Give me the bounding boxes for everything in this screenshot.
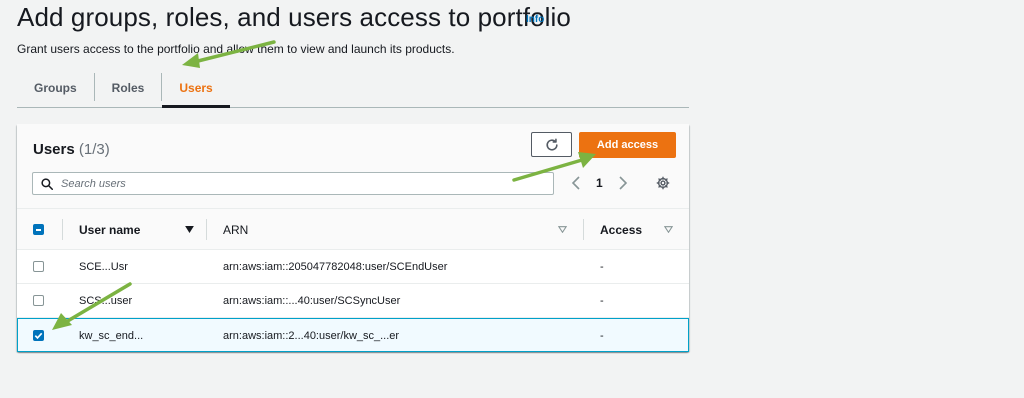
access-cell: - (600, 329, 604, 342)
page-title: Add groups, roles, and users access to p… (17, 2, 571, 32)
column-label: ARN (223, 222, 249, 237)
row-checkbox[interactable] (33, 295, 44, 306)
table-header: User name ARN Access (17, 208, 689, 250)
column-header-user-name[interactable]: User name (79, 209, 195, 250)
tab-users[interactable]: Users (162, 68, 231, 108)
access-cell: - (600, 294, 604, 307)
column-label: User name (79, 222, 141, 237)
user-name-cell: SCS...user (79, 294, 133, 307)
column-header-access[interactable]: Access (600, 209, 642, 250)
pagination: 1 (568, 175, 631, 191)
tab-roles[interactable]: Roles (95, 68, 162, 107)
column-divider (206, 219, 207, 240)
page-number[interactable]: 1 (596, 176, 603, 190)
refresh-button[interactable] (531, 132, 572, 157)
tab-groups[interactable]: Groups (17, 68, 94, 107)
select-all-checkbox[interactable] (33, 224, 44, 235)
search-input[interactable] (61, 177, 553, 190)
arn-cell: arn:aws:iam::205047782048:user/SCEndUser (223, 260, 448, 273)
column-label: Access (600, 222, 643, 237)
access-cell: - (600, 260, 604, 273)
users-panel: Users (1/3) Add access 1 (17, 124, 689, 352)
gear-icon[interactable] (655, 175, 671, 191)
table-row-selected[interactable]: kw_sc_end... arn:aws:iam::2...40:user/kw… (17, 318, 689, 352)
column-header-arn[interactable]: ARN (223, 209, 248, 250)
info-link[interactable]: Info (526, 14, 544, 25)
add-access-button[interactable]: Add access (579, 132, 676, 158)
users-table: User name ARN Access SCE...Usr arn:aws:i… (17, 208, 689, 352)
row-checkbox[interactable] (33, 261, 44, 272)
column-divider (62, 219, 63, 240)
arn-cell: arn:aws:iam::2...40:user/kw_sc_...er (223, 329, 400, 342)
search-icon (41, 177, 53, 190)
table-row[interactable]: SCE...Usr arn:aws:iam::205047782048:user… (17, 250, 689, 284)
panel-title-text: Users (33, 141, 75, 158)
select-all-cell (33, 209, 44, 250)
table-row[interactable]: SCS...user arn:aws:iam::...40:user/SCSyn… (17, 284, 689, 318)
page-subtitle: Grant users access to the portfolio and … (17, 42, 455, 56)
arn-cell: arn:aws:iam::...40:user/SCSyncUser (223, 294, 401, 307)
chevron-right-icon[interactable] (615, 175, 631, 191)
sort-icon (664, 226, 673, 233)
column-divider (583, 219, 584, 240)
panel-title: Users (1/3) (33, 141, 110, 158)
sort-descending-icon (185, 226, 195, 233)
user-name-cell: kw_sc_end... (79, 329, 144, 342)
refresh-icon (545, 138, 558, 151)
user-name-cell: SCE...Usr (79, 260, 128, 273)
panel-header: Users (1/3) Add access 1 (17, 124, 689, 208)
tab-bar: Groups Roles Users (17, 68, 689, 108)
checkmark-icon (34, 332, 43, 340)
selection-count: (1/3) (78, 141, 110, 158)
row-checkbox-checked[interactable] (33, 330, 44, 341)
sort-icon (558, 226, 567, 233)
search-field[interactable] (32, 172, 554, 195)
chevron-left-icon[interactable] (568, 175, 584, 191)
